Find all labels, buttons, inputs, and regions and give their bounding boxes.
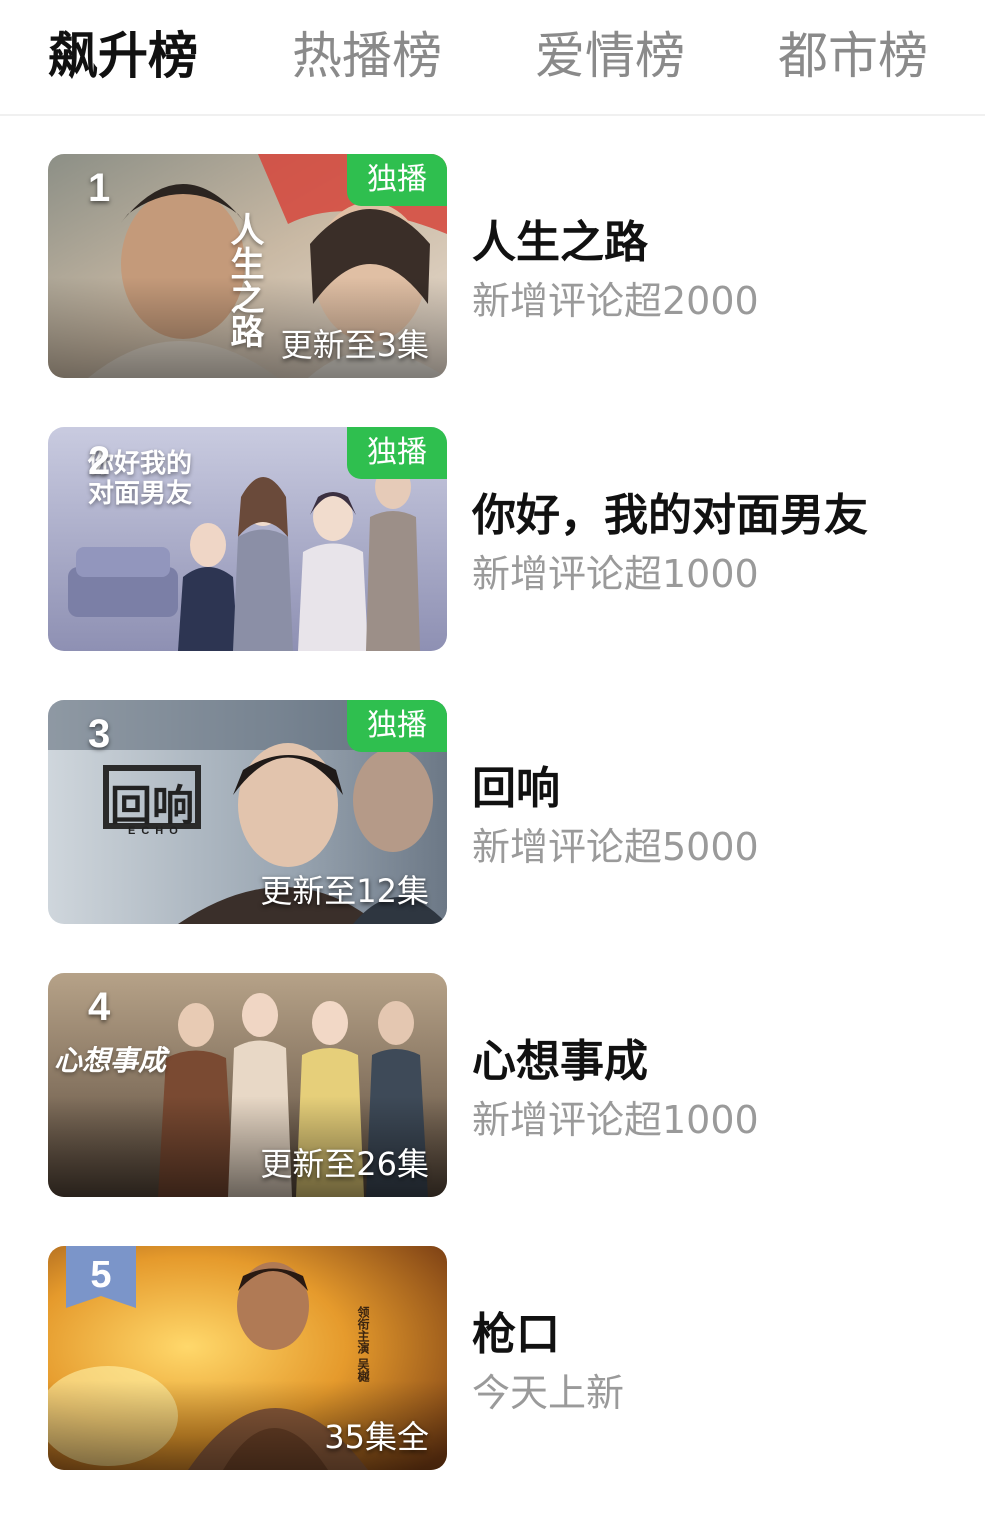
rank-number: 2	[88, 439, 111, 483]
exclusive-badge: 独播	[347, 427, 447, 479]
show-stat: 新增评论超1000	[472, 552, 759, 596]
show-title[interactable]: 人生之路	[472, 206, 648, 270]
show-title[interactable]: 心想事成	[472, 1025, 648, 1089]
poster-subtitle: ECHO	[128, 825, 184, 837]
episode-status: 更新至26集	[260, 1145, 429, 1183]
tab-romance[interactable]: 爱情榜	[535, 24, 685, 88]
show-title[interactable]: 你好，我的对面男友	[472, 479, 868, 543]
poster-thumbnail[interactable]: 领衔主演 吴樾 5 35集全	[48, 1246, 447, 1470]
show-stat: 新增评论超2000	[472, 279, 759, 323]
exclusive-badge: 独播	[347, 700, 447, 752]
episode-status: 更新至12集	[260, 872, 429, 910]
tab-label: 飙升榜	[48, 27, 198, 85]
rank-number: 1	[88, 166, 111, 210]
exclusive-badge: 独播	[347, 154, 447, 206]
episode-status: 35集全	[324, 1418, 429, 1456]
show-stat: 新增评论超5000	[472, 825, 759, 869]
rank-badge: 5	[66, 1246, 136, 1308]
tab-label: 爱情榜	[535, 27, 685, 85]
list-item[interactable]: 你好我的对面男友 2 独播 你好，我的对面男友 新增评论超1000	[0, 427, 985, 653]
show-title[interactable]: 枪口	[472, 1298, 560, 1362]
rank-number: 3	[88, 712, 111, 756]
show-title[interactable]: 回响	[472, 752, 560, 816]
list-item[interactable]: 回响 ECHO 3 独播 更新至12集 回响 新增评论超5000	[0, 700, 985, 926]
show-stat: 新增评论超1000	[472, 1098, 759, 1142]
tab-hot[interactable]: 热播榜	[292, 24, 442, 88]
tab-label: 热播榜	[292, 27, 442, 85]
poster-thumbnail[interactable]: 人生之路 1 独播 更新至3集	[48, 154, 447, 378]
poster-thumbnail[interactable]: 回响 ECHO 3 独播 更新至12集	[48, 700, 447, 924]
rank-number: 5	[90, 1254, 112, 1296]
ranking-tab-bar: 飙升榜 热播榜 爱情榜 都市榜	[0, 0, 985, 116]
show-stat: 今天上新	[472, 1371, 625, 1415]
episode-status: 更新至3集	[280, 326, 429, 364]
list-item[interactable]: 领衔主演 吴樾 5 35集全 枪口 今天上新	[0, 1246, 985, 1472]
poster-title: 人生之路	[224, 212, 264, 348]
tab-label: 都市榜	[778, 27, 928, 85]
poster-title: 回响	[110, 781, 195, 830]
rank-number: 4	[88, 985, 111, 1029]
list-item[interactable]: 心想事成 4 更新至26集 心想事成 新增评论超1000	[0, 973, 985, 1199]
poster-caption: 领衔主演 吴樾	[356, 1306, 370, 1383]
tab-urban[interactable]: 都市榜	[778, 24, 928, 88]
tab-soaring[interactable]: 飙升榜	[48, 24, 198, 92]
poster-thumbnail[interactable]: 心想事成 4 更新至26集	[48, 973, 447, 1197]
list-item[interactable]: 人生之路 1 独播 更新至3集 人生之路 新增评论超2000	[0, 154, 985, 380]
poster-title: 心想事成	[54, 1044, 167, 1077]
poster-thumbnail[interactable]: 你好我的对面男友 2 独播	[48, 427, 447, 651]
